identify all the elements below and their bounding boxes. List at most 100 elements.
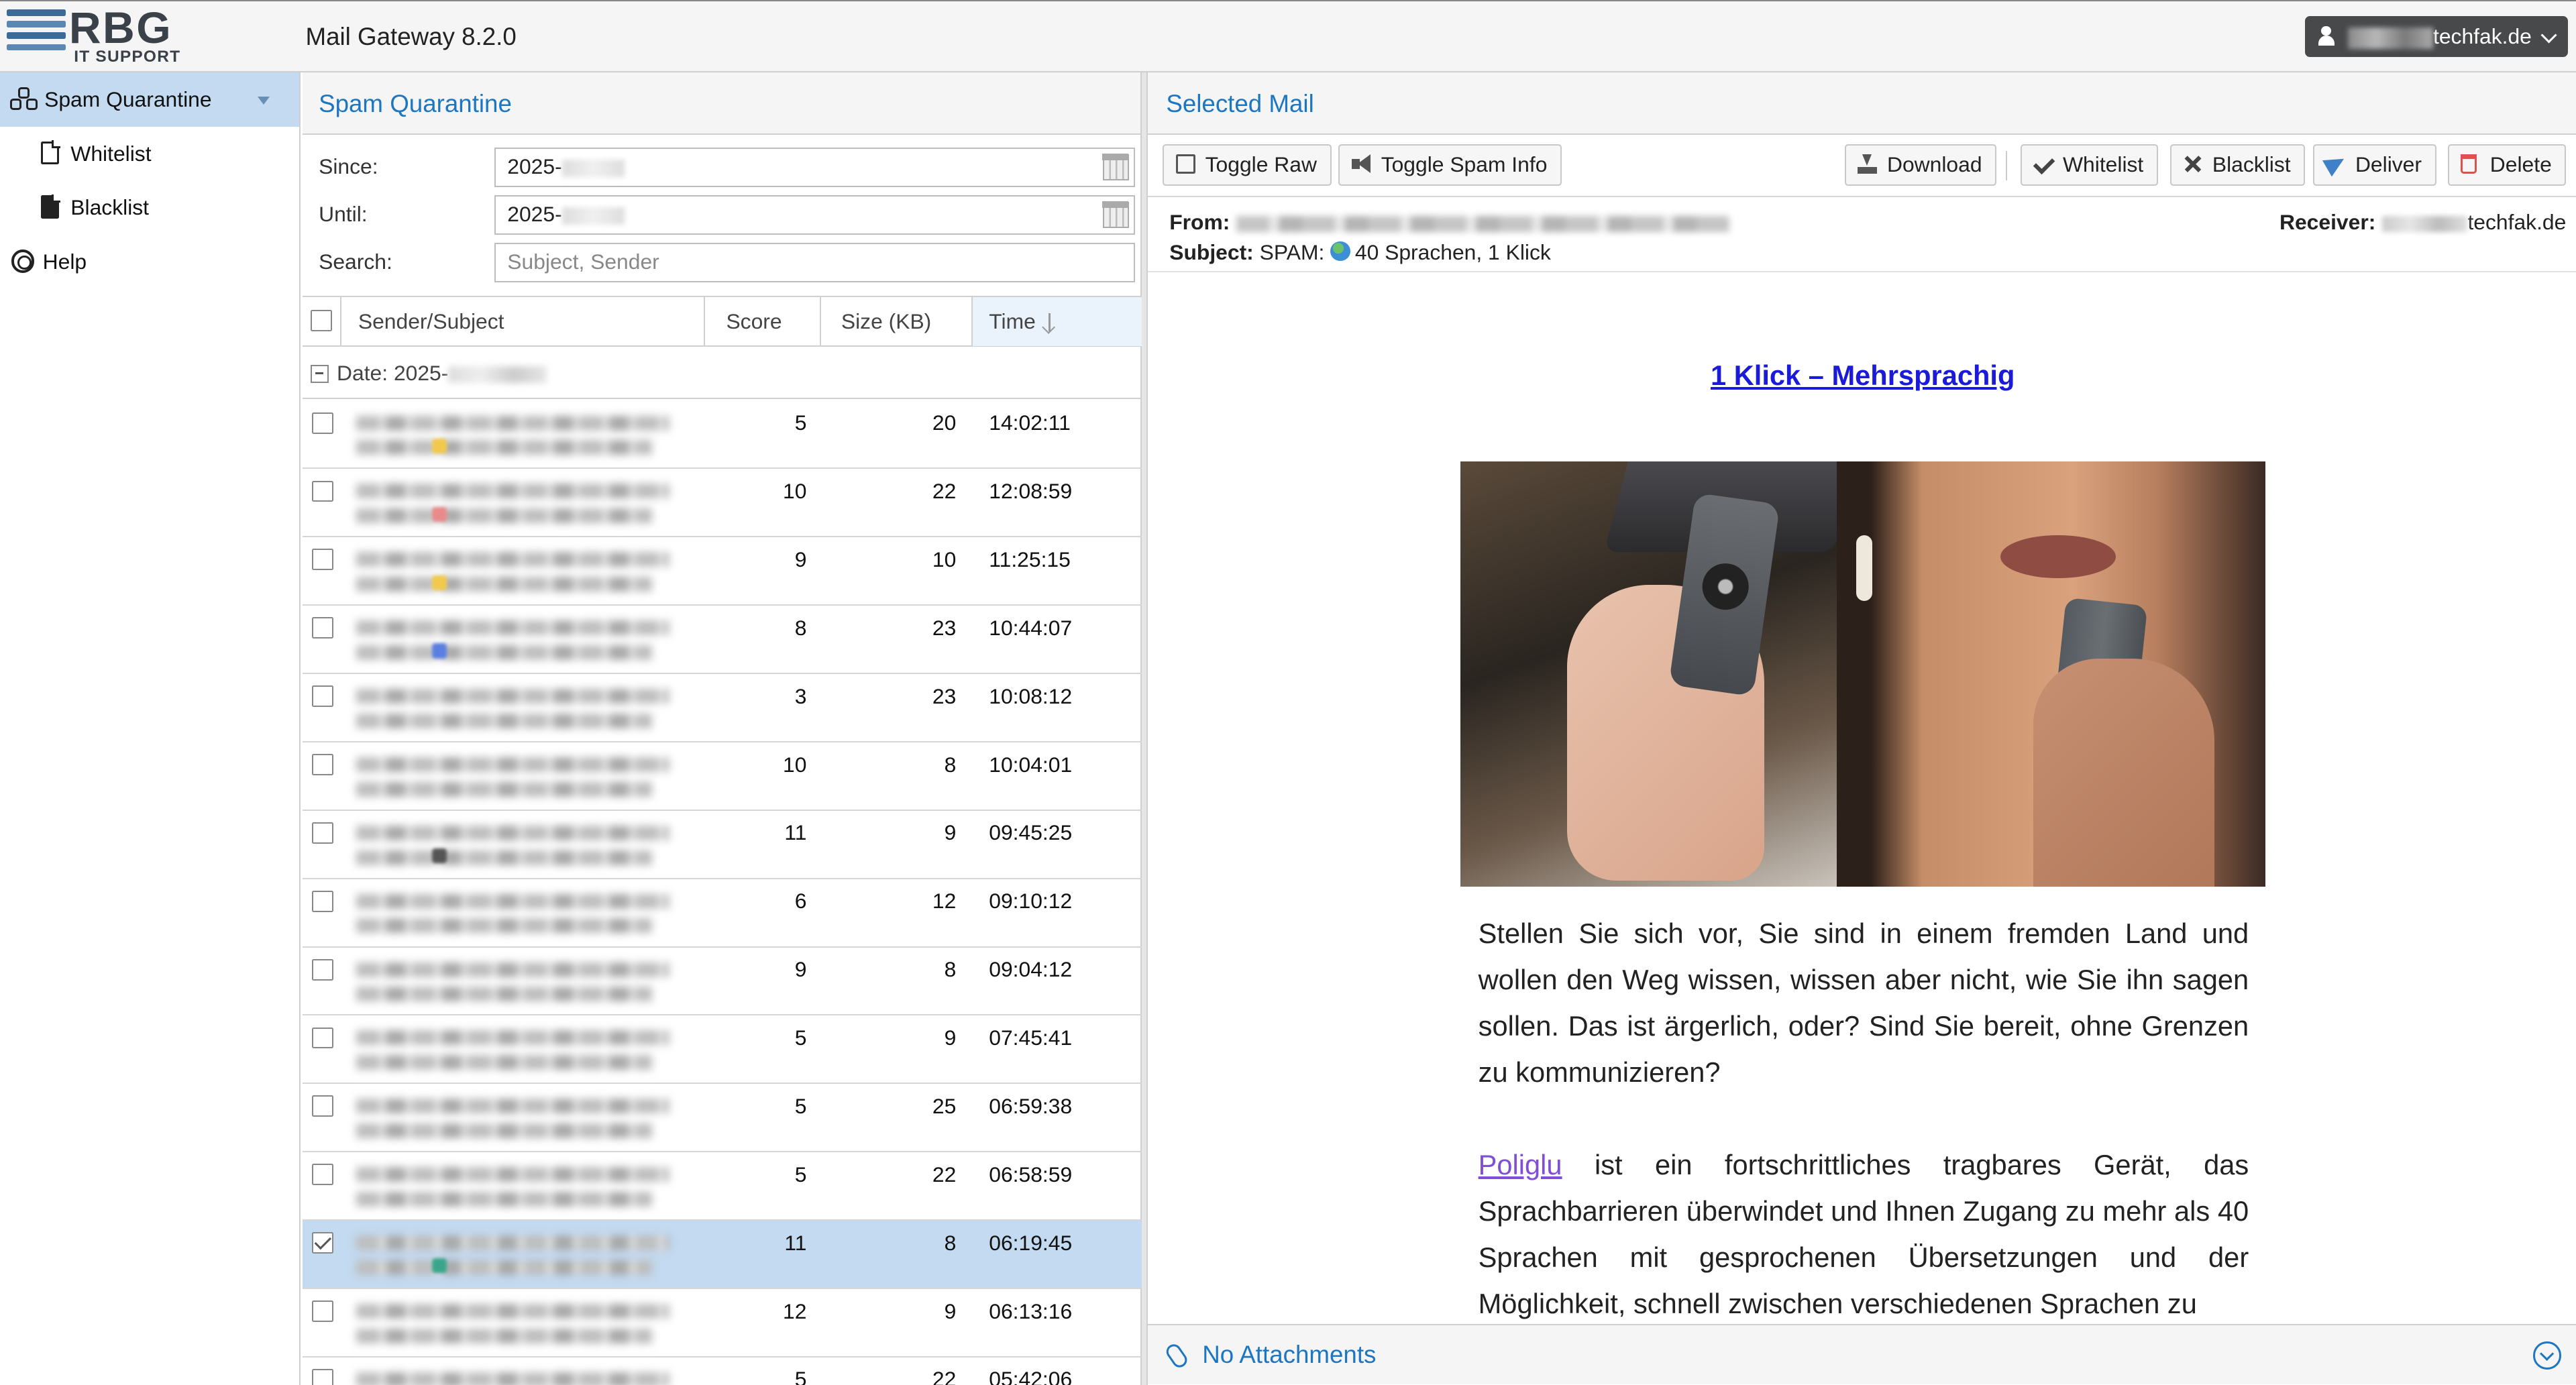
panel-title: Spam Quarantine: [302, 72, 1141, 135]
toolbar-separator: [2005, 151, 2008, 181]
subject-text: 40 Sprachen, 1 Klick: [1354, 239, 1551, 264]
button-label: Deliver: [2355, 152, 2422, 177]
table-row[interactable]: 10 22 12:08:59: [302, 469, 1142, 538]
sidebar-item-spam-quarantine[interactable]: Spam Quarantine: [0, 72, 300, 127]
row-checkbox[interactable]: [312, 412, 334, 434]
attachments-bar[interactable]: No Attachments: [1148, 1323, 2576, 1385]
table-row[interactable]: 5 22 06:58:59: [302, 1152, 1142, 1221]
search-filter: Search: Subject, Sender: [303, 238, 1140, 286]
row-score: 5: [794, 1026, 807, 1050]
download-button[interactable]: Download: [1844, 144, 1997, 186]
button-label: Toggle Raw: [1205, 152, 1317, 177]
row-time: 06:13:16: [989, 1298, 1073, 1323]
table-row[interactable]: 11 8 06:19:45: [302, 1221, 1142, 1289]
expand-chevron-icon[interactable]: [2532, 1341, 2561, 1370]
toggle-raw-button[interactable]: Toggle Raw: [1163, 144, 1332, 186]
column-score[interactable]: Score: [705, 296, 822, 347]
date-group-row[interactable]: Date: 2025-: [302, 347, 1142, 400]
mail-paragraph: Poliglu ist ein fortschrittliches tragba…: [1479, 1142, 2249, 1324]
redacted-date: [561, 159, 625, 178]
blacklist-button[interactable]: Blacklist: [2169, 144, 2306, 186]
row-checkbox[interactable]: [312, 1368, 334, 1385]
calendar-icon[interactable]: [1102, 154, 1129, 180]
redacted-sender-subject: [354, 478, 690, 530]
table-row[interactable]: 8 23 10:44:07: [302, 606, 1142, 675]
product-link[interactable]: Poliglu: [1479, 1149, 1562, 1180]
row-checkbox[interactable]: [312, 754, 334, 775]
panel-splitter[interactable]: [1142, 72, 1147, 1385]
row-score: 5: [794, 1093, 807, 1118]
row-size: 22: [932, 1367, 957, 1385]
user-menu-button[interactable]: techfak.de: [2304, 16, 2568, 58]
row-checkbox[interactable]: [312, 822, 334, 844]
redacted-date: [448, 366, 547, 383]
caret-down-icon: [258, 97, 270, 105]
column-time[interactable]: Time: [972, 296, 1142, 347]
table-row[interactable]: 6 12 09:10:12: [302, 879, 1142, 948]
from-label: From:: [1169, 210, 1230, 235]
table-row[interactable]: 11 9 09:45:25: [302, 811, 1142, 879]
since-filter: Since: 2025-: [303, 143, 1140, 190]
chevron-down-icon: [2540, 27, 2557, 44]
select-all-cell: [303, 296, 342, 347]
row-size: 12: [932, 889, 957, 913]
row-checkbox[interactable]: [312, 1095, 334, 1117]
table-row[interactable]: 10 8 10:04:01: [302, 742, 1142, 811]
table-row[interactable]: 9 8 09:04:12: [302, 948, 1142, 1016]
logo-subtext: IT SUPPORT: [74, 47, 181, 66]
table-row[interactable]: 3 23 10:08:12: [302, 674, 1142, 742]
redacted-sender: [1236, 215, 1729, 233]
table-row[interactable]: 5 20 14:02:11: [302, 401, 1142, 469]
table-row[interactable]: 12 9 06:13:16: [302, 1289, 1142, 1358]
row-time: 07:45:41: [989, 1026, 1073, 1050]
row-checkbox[interactable]: [312, 549, 334, 571]
row-checkbox[interactable]: [312, 958, 334, 981]
row-checkbox[interactable]: [312, 1300, 334, 1322]
toggle-spam-info-button[interactable]: Toggle Spam Info: [1338, 144, 1562, 186]
hero-hand-shape: [2033, 659, 2214, 887]
row-checkbox[interactable]: [312, 617, 334, 639]
mail-hero-image: [1460, 461, 2265, 887]
row-checkbox[interactable]: [312, 1027, 334, 1049]
column-size[interactable]: Size (KB): [821, 296, 973, 347]
collapse-icon[interactable]: [310, 364, 329, 383]
redacted-username: [2347, 27, 2433, 49]
row-checkbox[interactable]: [312, 1232, 334, 1254]
sidebar-item-help[interactable]: Help: [0, 235, 299, 289]
redacted-date: [561, 207, 625, 225]
subject-prefix: SPAM:: [1259, 239, 1325, 264]
file-solid-icon: [41, 194, 61, 219]
table-row[interactable]: 5 9 07:45:41: [302, 1015, 1142, 1085]
row-size: 9: [944, 1298, 957, 1323]
sidebar: Spam Quarantine Whitelist Blacklist Help: [0, 72, 301, 1385]
receiver-domain: techfak.de: [2467, 210, 2567, 235]
sort-down-icon: [1044, 313, 1057, 333]
row-checkbox[interactable]: [312, 1164, 334, 1186]
row-checkbox[interactable]: [312, 890, 334, 912]
whitelist-button[interactable]: Whitelist: [2020, 144, 2158, 186]
search-input[interactable]: Subject, Sender: [494, 243, 1136, 283]
table-row[interactable]: 5 25 06:59:38: [302, 1084, 1142, 1153]
sidebar-item-whitelist[interactable]: Whitelist: [0, 127, 299, 181]
row-checkbox[interactable]: [312, 685, 334, 708]
row-checkbox[interactable]: [312, 480, 334, 502]
sidebar-item-blacklist[interactable]: Blacklist: [0, 180, 299, 235]
deliver-button[interactable]: Deliver: [2312, 144, 2436, 186]
row-size: 8: [944, 1230, 957, 1255]
delete-button[interactable]: Delete: [2447, 144, 2567, 186]
table-row[interactable]: 5 22 05:42:06: [303, 1358, 1142, 1385]
redacted-sender-subject: [354, 819, 690, 871]
select-all-checkbox[interactable]: [310, 310, 332, 332]
since-date-field[interactable]: 2025-: [494, 148, 1136, 188]
row-score: 9: [794, 957, 807, 982]
mail-headline-link[interactable]: 1 Klick – Mehrsprachig: [1148, 359, 2576, 392]
table-row[interactable]: 9 10 11:25:15: [302, 537, 1142, 606]
hero-left-panel: [1460, 461, 1859, 887]
column-sender-subject[interactable]: Sender/Subject: [341, 296, 705, 347]
row-score: 12: [783, 1298, 807, 1323]
until-date-field[interactable]: 2025-: [494, 195, 1136, 235]
row-score: 5: [794, 1162, 807, 1186]
subject-label: Subject:: [1169, 239, 1254, 264]
paragraph-text: ist ein fortschrittliches tragbares Gerä…: [1478, 1149, 2249, 1320]
calendar-icon[interactable]: [1102, 201, 1129, 228]
